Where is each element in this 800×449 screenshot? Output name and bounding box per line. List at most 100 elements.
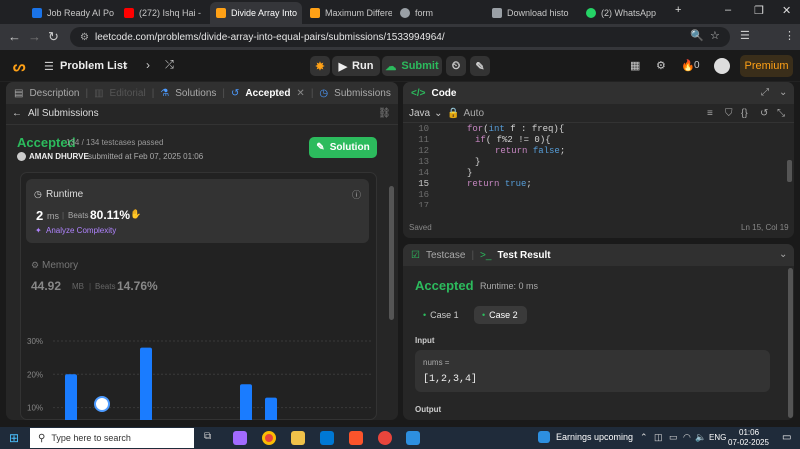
tab-description[interactable]: Description <box>29 88 79 99</box>
copilot-icon[interactable] <box>233 431 247 445</box>
my-submission-marker[interactable] <box>94 396 110 412</box>
clock-time[interactable]: 01:06 <box>739 428 759 437</box>
back-icon[interactable]: ← <box>8 29 21 44</box>
info-icon[interactable]: ⓘ <box>352 188 361 201</box>
maximize-icon[interactable]: ⤢ <box>761 87 769 98</box>
chrome-icon[interactable] <box>262 431 276 445</box>
chart-bar[interactable] <box>265 397 277 420</box>
notification-icon[interactable]: ▭ <box>782 432 791 443</box>
browser-tab[interactable]: form <box>394 2 482 24</box>
wifi-icon[interactable]: ◠ <box>683 432 691 443</box>
menu-dots-icon[interactable]: ⋮ <box>784 29 795 42</box>
tab-solutions[interactable]: Solutions <box>175 88 216 99</box>
collapse-icon[interactable]: ⌄ <box>779 249 787 260</box>
result-scrollbar[interactable] <box>788 268 793 418</box>
browser-tab[interactable]: Job Ready AI Po <box>26 2 116 24</box>
link-icon[interactable]: ⛓ <box>378 108 391 119</box>
prev-problem-icon[interactable]: ‹ <box>124 58 128 72</box>
earnings-widget[interactable]: Earnings upcoming <box>556 432 633 442</box>
volume-icon[interactable]: 🔈 <box>695 432 706 443</box>
scrollbar-thumb[interactable] <box>389 186 394 320</box>
clock-icon: ◷ <box>319 87 329 99</box>
editor-scrollbar[interactable] <box>787 160 792 182</box>
debug-button[interactable]: ✸ <box>310 56 330 76</box>
task-view-icon[interactable]: ⧉ <box>204 431 218 445</box>
leetcode-logo-icon[interactable]: ᔕ <box>13 58 25 75</box>
close-window-icon[interactable]: ✕ <box>782 4 791 17</box>
code-editor[interactable]: 10 for(int f : freq){ 11 if( f%2 != 0){ … <box>403 124 783 212</box>
new-tab-icon[interactable]: + <box>675 4 681 16</box>
site-info-icon[interactable]: ⚙ <box>80 32 89 43</box>
tab-editorial[interactable]: Editorial <box>110 88 146 99</box>
auto-mode[interactable]: 🔒 Auto <box>447 108 484 119</box>
taskbar-search[interactable]: ⚲ Type here to search <box>30 428 194 448</box>
expand-icon[interactable]: ⤡ <box>777 108 785 119</box>
case-2-tab[interactable]: • Case 2 <box>474 306 527 324</box>
chart-bar[interactable] <box>140 347 152 420</box>
premium-label: Premium <box>744 60 789 72</box>
user-avatar[interactable] <box>714 58 730 74</box>
forward-icon[interactable]: → <box>28 29 41 44</box>
memory-label[interactable]: Memory <box>42 260 78 271</box>
problem-list-link[interactable]: Problem List <box>60 60 127 72</box>
minimize-icon[interactable]: – <box>725 4 731 16</box>
clock-date[interactable]: 07-02-2025 <box>728 438 769 447</box>
chart-bar[interactable] <box>65 374 77 420</box>
app-icon[interactable] <box>378 431 392 445</box>
shuffle-icon[interactable]: ⤮ <box>165 59 174 72</box>
tab-testcase[interactable]: Testcase <box>426 250 465 261</box>
timer-button[interactable]: ⏲ <box>446 56 466 76</box>
tab-test-result[interactable]: Test Result <box>497 250 550 261</box>
browser-tab[interactable]: Maximum Differe <box>304 2 392 24</box>
vscode-icon[interactable] <box>406 431 420 445</box>
collapse-icon[interactable]: ⌄ <box>779 87 787 98</box>
browser-tab-active[interactable]: Divide Array Into ✕ <box>210 2 302 24</box>
language-indicator[interactable]: ENG <box>709 433 726 442</box>
reload-icon[interactable]: ↻ <box>48 29 59 45</box>
tab-title: Download histo <box>507 8 569 18</box>
language-select[interactable]: Java ⌄ <box>409 108 443 119</box>
submit-button[interactable]: ☁ Submit <box>382 56 442 76</box>
brave-icon[interactable] <box>349 431 363 445</box>
result-status: Accepted <box>415 278 474 293</box>
windows-start-icon[interactable]: ⊞ <box>9 431 19 445</box>
browser-tab[interactable]: (272) Ishq Hai - <box>118 2 208 24</box>
browser-tab[interactable]: Download histo <box>486 2 578 24</box>
stocks-icon[interactable] <box>538 431 550 443</box>
bookmark-star-icon[interactable]: ☆ <box>710 29 720 42</box>
case-1-tab[interactable]: • Case 1 <box>417 306 465 324</box>
address-bar[interactable]: ⚙ leetcode.com/problems/divide-array-int… <box>70 27 730 47</box>
next-problem-icon[interactable]: › <box>146 58 150 72</box>
file-explorer-icon[interactable] <box>291 431 305 445</box>
network-icon[interactable]: ◫ <box>654 432 663 443</box>
solution-button[interactable]: ✎ Solution <box>309 137 377 158</box>
braces-icon[interactable]: {} <box>741 108 748 119</box>
close-tab-icon[interactable]: ✕ <box>296 88 304 99</box>
notes-button[interactable]: ✎ <box>470 56 490 76</box>
tab-search-icon[interactable]: ☰ <box>740 29 750 42</box>
tab-accepted[interactable]: Accepted <box>245 88 290 99</box>
memory-value: 44.92 <box>31 279 62 293</box>
restore-icon[interactable]: ❐ <box>754 4 764 17</box>
tab-submissions[interactable]: Submissions <box>334 88 391 99</box>
runtime-card[interactable]: ◷ Runtime ⓘ 2 ms | Beats 80.11% ✋ ✦ Anal… <box>26 179 369 243</box>
format-icon[interactable]: ≡ <box>707 108 713 119</box>
zoom-icon[interactable]: 🔍 <box>690 29 704 42</box>
run-button[interactable]: ▶ Run <box>332 56 380 76</box>
battery-icon[interactable]: ▭ <box>669 432 678 443</box>
reset-icon[interactable]: ↺ <box>760 108 768 119</box>
analyze-complexity-link[interactable]: Analyze Complexity <box>46 226 116 235</box>
code-line: if( f%2 != 0){ <box>475 135 551 145</box>
premium-button[interactable]: Premium <box>740 55 793 77</box>
outlook-icon[interactable] <box>320 431 334 445</box>
chevron-up-icon[interactable]: ⌃ <box>640 432 648 443</box>
all-submissions-link[interactable]: ← All Submissions <box>12 108 99 119</box>
username[interactable]: AMAN DHURVE <box>29 152 89 161</box>
description-icon: ▤ <box>14 87 24 99</box>
chart-bar[interactable] <box>240 384 252 420</box>
layout-grid-icon[interactable]: ▦ <box>630 59 640 72</box>
bookmark-icon[interactable]: ⛉ <box>725 108 733 119</box>
streak-fire-icon[interactable]: 🔥 <box>681 59 695 72</box>
settings-gear-icon[interactable]: ⚙ <box>656 59 666 72</box>
browser-tab[interactable]: (2) WhatsApp <box>580 2 670 24</box>
